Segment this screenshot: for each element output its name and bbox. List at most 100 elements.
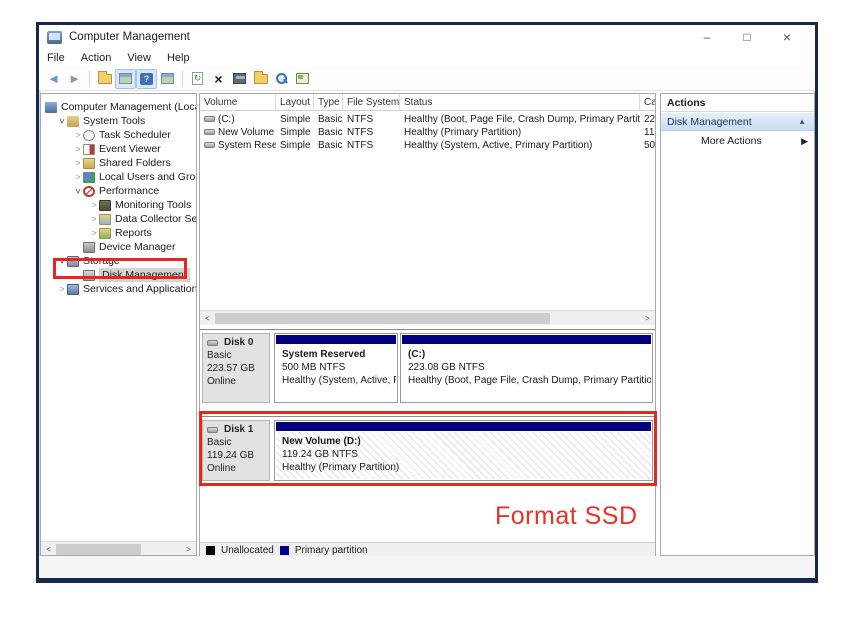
drive-icon — [204, 129, 215, 135]
status-bar — [39, 556, 815, 578]
tree-horizontal-scrollbar[interactable]: < > — [41, 541, 196, 556]
menu-file[interactable]: File — [39, 52, 73, 64]
console-tree-icon — [119, 73, 132, 84]
tree-item-local-users-groups[interactable]: >Local Users and Groups — [41, 170, 197, 184]
title-bar[interactable]: Computer Management – □ × — [39, 25, 815, 49]
forward-button[interactable]: ► — [64, 69, 85, 89]
disk-0-row: Disk 0 Basic 223.57 GB Online System Res… — [200, 329, 655, 406]
event-viewer-icon — [83, 144, 95, 155]
up-folder-button[interactable] — [94, 69, 115, 89]
back-button[interactable]: ◄ — [43, 69, 64, 89]
tree-item-data-collector-sets[interactable]: >Data Collector Sets — [41, 212, 197, 226]
open-folder-button[interactable] — [250, 69, 271, 89]
window-button[interactable] — [157, 69, 178, 89]
partition-c[interactable]: (C:) 223.08 GB NTFS Healthy (Boot, Page … — [400, 333, 653, 403]
refresh-button[interactable]: ↻ — [187, 69, 208, 89]
volume-row-system-reserved[interactable]: System Reserved Simple Basic NTFS Health… — [200, 139, 655, 152]
column-volume[interactable]: Volume — [200, 94, 276, 111]
menu-action[interactable]: Action — [73, 52, 120, 64]
search-icon — [275, 72, 288, 85]
shared-folders-icon — [83, 158, 95, 169]
chevron-right-icon[interactable]: > — [89, 228, 99, 238]
tree-item-services-applications[interactable]: >Services and Applications — [41, 282, 197, 296]
volume-list-header: Volume Layout Type File System Status Ca — [200, 94, 655, 111]
computer-management-window: Computer Management – □ × File Action Vi… — [36, 22, 818, 583]
disk-management-main-pane: Volume Layout Type File System Status Ca… — [199, 93, 656, 556]
forward-icon: ► — [68, 72, 81, 85]
more-actions-item[interactable]: More Actions ▶ — [661, 132, 814, 150]
update-button[interactable] — [292, 69, 313, 89]
scroll-right-icon[interactable]: > — [181, 545, 196, 554]
tree-item-reports[interactable]: >Reports — [41, 226, 152, 240]
update-icon — [296, 73, 309, 84]
disk-1-label[interactable]: Disk 1 Basic 119.24 GB Online — [202, 420, 270, 481]
column-capacity[interactable]: Ca — [640, 94, 655, 111]
unallocated-label: Unallocated — [221, 545, 274, 556]
chevron-down-icon[interactable]: > — [73, 186, 83, 196]
close-button[interactable]: × — [767, 25, 807, 49]
collapse-icon[interactable]: ▲ — [798, 113, 806, 131]
column-status[interactable]: Status — [400, 94, 640, 111]
device-manager-icon — [83, 242, 95, 253]
tree-item-computer-management[interactable]: Computer Management (Local — [41, 100, 197, 114]
minimize-button[interactable]: – — [687, 25, 727, 49]
tree-item-storage[interactable]: >Storage — [41, 254, 120, 268]
chevron-right-icon[interactable]: > — [57, 284, 67, 294]
volume-list-horizontal-scrollbar[interactable]: < > — [200, 310, 655, 325]
partition-system-reserved[interactable]: System Reserved 500 MB NTFS Healthy (Sys… — [274, 333, 398, 403]
monitoring-tools-icon — [99, 200, 111, 211]
disk-0-label[interactable]: Disk 0 Basic 223.57 GB Online — [202, 333, 270, 403]
disk-icon — [207, 340, 218, 346]
clock-icon — [83, 130, 95, 141]
chevron-right-icon[interactable]: > — [73, 172, 83, 182]
tree-item-task-scheduler[interactable]: >Task Scheduler — [41, 128, 171, 142]
menu-help[interactable]: Help — [159, 52, 198, 64]
annotation-format-ssd: Format SSD — [495, 502, 638, 531]
column-file-system[interactable]: File System — [343, 94, 400, 111]
console-tree-button[interactable] — [115, 69, 136, 89]
chevron-down-icon[interactable]: > — [57, 256, 67, 266]
tree-item-event-viewer[interactable]: >Event Viewer — [41, 142, 161, 156]
performance-icon — [83, 186, 95, 197]
scroll-left-icon[interactable]: < — [200, 314, 215, 323]
chevron-down-icon[interactable]: > — [57, 116, 67, 126]
tree-item-shared-folders[interactable]: >Shared Folders — [41, 156, 171, 170]
scrollbar-thumb[interactable] — [215, 313, 550, 324]
tree-item-performance[interactable]: >Performance — [41, 184, 159, 198]
chevron-right-icon[interactable]: > — [73, 158, 83, 168]
volume-row-c[interactable]: (C:) Simple Basic NTFS Healthy (Boot, Pa… — [200, 113, 655, 126]
tree-item-system-tools[interactable]: >System Tools — [41, 114, 145, 128]
scroll-right-icon[interactable]: > — [640, 314, 655, 323]
unallocated-swatch — [206, 546, 215, 555]
chevron-right-icon[interactable]: > — [73, 144, 83, 154]
disk-1-row: Disk 1 Basic 119.24 GB Online New Volume… — [200, 416, 655, 484]
chevron-right-icon[interactable]: > — [89, 200, 99, 210]
column-layout[interactable]: Layout — [276, 94, 314, 111]
menu-view[interactable]: View — [119, 52, 159, 64]
storage-icon — [67, 256, 79, 267]
window-title: Computer Management — [69, 31, 190, 43]
actions-header: Actions — [661, 94, 814, 112]
actions-group-disk-management[interactable]: Disk Management ▲ — [661, 113, 814, 131]
partition-new-volume-d[interactable]: New Volume (D:) 119.24 GB NTFS Healthy (… — [274, 420, 653, 481]
computer-icon — [45, 102, 57, 113]
users-icon — [83, 172, 95, 183]
tree-item-device-manager[interactable]: >Device Manager — [41, 240, 175, 254]
properties-button[interactable] — [229, 69, 250, 89]
delete-button[interactable]: × — [208, 69, 229, 89]
scrollbar-thumb[interactable] — [56, 544, 141, 555]
chevron-right-icon[interactable]: > — [73, 130, 83, 140]
maximize-button[interactable]: □ — [727, 25, 767, 49]
scroll-left-icon[interactable]: < — [41, 545, 56, 554]
toolbar-separator — [89, 71, 90, 87]
help-button[interactable]: ? — [136, 69, 157, 89]
window-icon — [161, 73, 174, 84]
volume-row-d[interactable]: New Volume (D:) Simple Basic NTFS Health… — [200, 126, 655, 139]
primary-partition-strip — [276, 422, 651, 431]
tree-item-disk-management[interactable]: >Disk Management — [41, 268, 190, 282]
search-button[interactable] — [271, 69, 292, 89]
menu-bar: File Action View Help — [39, 49, 815, 67]
column-type[interactable]: Type — [314, 94, 343, 111]
tree-item-monitoring-tools[interactable]: >Monitoring Tools — [41, 198, 191, 212]
chevron-right-icon[interactable]: > — [89, 214, 99, 224]
